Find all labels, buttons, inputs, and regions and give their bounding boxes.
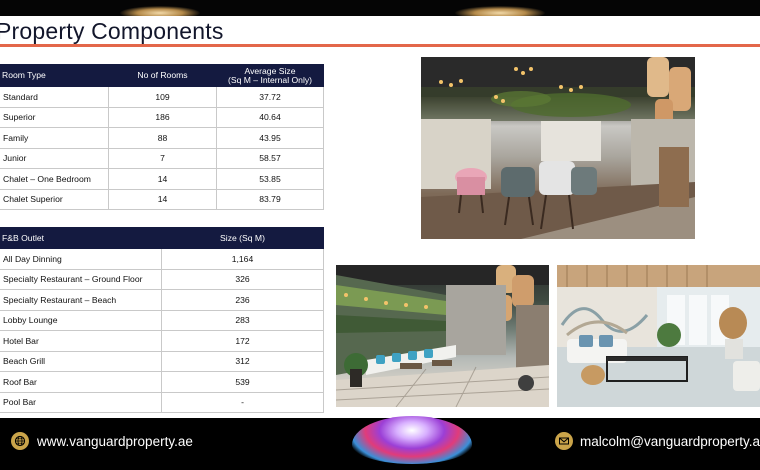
outlet-name-cell: Roof Bar xyxy=(0,371,162,393)
outlet-size-cell: - xyxy=(161,391,324,413)
table-row: Specialty Restaurant – Beach 236 xyxy=(0,289,324,311)
table-row: Superior 186 40.64 xyxy=(0,106,324,128)
outlet-name-cell: All Day Dinning xyxy=(0,248,162,270)
outlet-size-cell: 312 xyxy=(161,350,324,372)
outlet-name-cell: Hotel Bar xyxy=(0,330,162,352)
table-row: Junior 7 58.57 xyxy=(0,147,324,169)
table-row: Specialty Restaurant – Ground Floor 326 xyxy=(0,268,324,290)
outlet-name-cell: Specialty Restaurant – Ground Floor xyxy=(0,268,162,290)
outlet-name-cell: Specialty Restaurant – Beach xyxy=(0,289,162,311)
outlet-size-cell: 1,164 xyxy=(161,248,324,270)
mail-icon xyxy=(555,432,573,450)
outlet-size-cell: 326 xyxy=(161,268,324,290)
header-no-of-rooms: No of Rooms xyxy=(108,64,217,87)
slide: Property Components Room Type No of Room… xyxy=(0,16,760,418)
table-row: Hotel Bar 172 xyxy=(0,330,324,352)
restaurant-photo-green-wall-illustration xyxy=(336,265,549,407)
rooms-table-header: Room Type No of Rooms Average Size (Sq M… xyxy=(0,64,324,87)
outlet-size-cell: 283 xyxy=(161,309,324,331)
room-count-cell: 88 xyxy=(108,127,217,149)
room-size-cell: 58.57 xyxy=(216,147,324,169)
fnb-table-header: F&B Outlet Size (Sq M) xyxy=(0,227,324,249)
table-row: Family 88 43.95 xyxy=(0,127,324,149)
table-row: Lobby Lounge 283 xyxy=(0,309,324,331)
room-type-cell: Junior xyxy=(0,147,109,169)
room-size-cell: 43.95 xyxy=(216,127,324,149)
room-type-cell: Chalet Superior xyxy=(0,188,109,210)
room-type-cell: Chalet – One Bedroom xyxy=(0,168,109,190)
email-link[interactable]: malcolm@vanguardproperty.ae xyxy=(580,434,760,449)
header-fnb-size: Size (Sq M) xyxy=(161,227,324,249)
outlet-size-cell: 172 xyxy=(161,330,324,352)
header-average-size-line2: (Sq M – Internal Only) xyxy=(227,74,313,85)
decorative-footer-blob xyxy=(352,416,472,464)
mail-icon-glyph xyxy=(559,437,569,445)
table-row: Roof Bar 539 xyxy=(0,371,324,393)
outlet-name-cell: Lobby Lounge xyxy=(0,309,162,331)
header-average-size: Average Size (Sq M – Internal Only) xyxy=(216,64,324,87)
room-count-cell: 7 xyxy=(108,147,217,169)
website-link[interactable]: www.vanguardproperty.ae xyxy=(37,434,193,449)
header-fnb-outlet: F&B Outlet xyxy=(0,227,162,249)
table-row: All Day Dinning 1,164 xyxy=(0,248,324,270)
room-count-cell: 186 xyxy=(108,106,217,128)
outlet-name-cell: Beach Grill xyxy=(0,350,162,372)
room-size-cell: 37.72 xyxy=(216,86,324,108)
restaurant-photo-green-wall xyxy=(336,265,549,407)
room-count-cell: 14 xyxy=(108,168,217,190)
room-size-cell: 40.64 xyxy=(216,106,324,128)
table-row: Standard 109 37.72 xyxy=(0,86,324,108)
room-count-cell: 109 xyxy=(108,86,217,108)
footer: www.vanguardproperty.ae malcolm@vanguard… xyxy=(0,416,760,470)
title-divider xyxy=(0,44,760,47)
decorative-top-blob-left xyxy=(120,6,200,16)
lobby-lounge-photo xyxy=(557,265,760,407)
table-row: Pool Bar - xyxy=(0,391,324,413)
table-row: Chalet – One Bedroom 14 53.85 xyxy=(0,168,324,190)
fnb-outlets-table: F&B Outlet Size (Sq M) All Day Dinning 1… xyxy=(0,227,324,413)
restaurant-photo-main xyxy=(421,57,695,239)
header-room-type: Room Type xyxy=(0,64,109,87)
decorative-top-blob-right xyxy=(455,6,545,16)
outlet-size-cell: 236 xyxy=(161,289,324,311)
table-row: Beach Grill 312 xyxy=(0,350,324,372)
room-type-cell: Family xyxy=(0,127,109,149)
room-type-cell: Standard xyxy=(0,86,109,108)
outlet-name-cell: Pool Bar xyxy=(0,391,162,413)
top-band xyxy=(0,0,760,16)
room-size-cell: 83.79 xyxy=(216,188,324,210)
outlet-size-cell: 539 xyxy=(161,371,324,393)
lobby-lounge-photo-illustration xyxy=(557,265,760,407)
rooms-table: Room Type No of Rooms Average Size (Sq M… xyxy=(0,64,324,210)
table-row: Chalet Superior 14 83.79 xyxy=(0,188,324,210)
globe-icon xyxy=(11,432,29,450)
room-type-cell: Superior xyxy=(0,106,109,128)
room-count-cell: 14 xyxy=(108,188,217,210)
room-size-cell: 53.85 xyxy=(216,168,324,190)
page-title: Property Components xyxy=(0,18,224,44)
globe-icon-glyph xyxy=(14,435,26,447)
restaurant-photo-main-illustration xyxy=(421,57,695,239)
